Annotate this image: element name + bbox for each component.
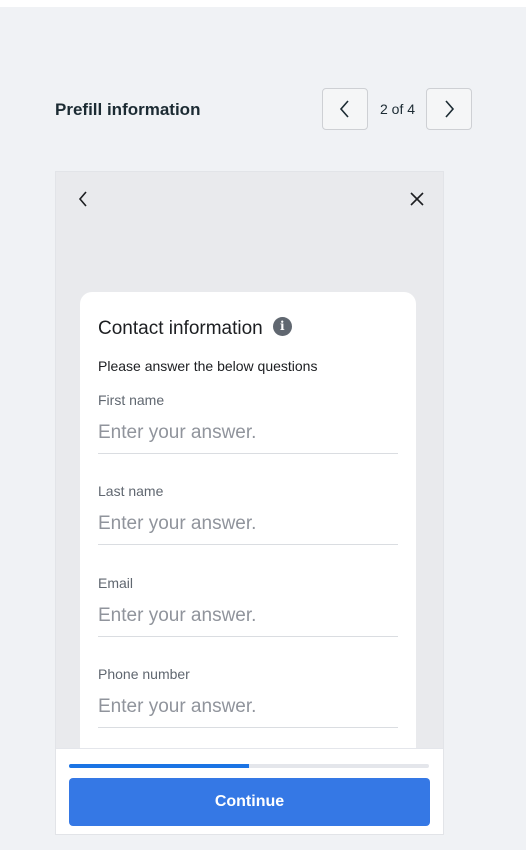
back-button[interactable] [71,187,95,211]
email-input[interactable] [98,605,398,637]
page-indicator: 2 of 4 [379,101,416,117]
first-name-label: First name [98,392,165,408]
phone-number-field: Phone number [98,666,398,728]
close-icon [410,192,424,206]
first-name-field: First name [98,392,398,454]
progress-fill [69,764,249,768]
progress-bar [69,764,429,768]
last-name-label: Last name [98,483,164,499]
chevron-left-icon [339,100,349,118]
chevron-right-icon [445,100,455,118]
next-page-button[interactable] [426,88,472,130]
top-strip [0,0,526,7]
close-button[interactable] [405,187,429,211]
first-name-input[interactable] [98,422,398,454]
card-title: Contact information i [98,316,292,341]
form-footer: Continue [56,748,443,834]
contact-card: Contact information i Please answer the … [80,292,416,772]
email-label: Email [98,575,134,591]
email-field: Email [98,575,398,637]
form-preview: Contact information i Please answer the … [55,171,444,835]
phone-number-label: Phone number [98,666,190,682]
chevron-left-icon [78,191,87,207]
previous-page-button[interactable] [322,88,368,130]
card-title-text: Contact information [98,318,263,339]
info-icon[interactable]: i [272,316,292,336]
last-name-field: Last name [98,483,398,545]
last-name-input[interactable] [98,513,398,545]
phone-number-input[interactable] [98,696,398,728]
continue-button[interactable]: Continue [69,778,430,826]
card-subtitle: Please answer the below questions [98,358,318,374]
page-title: Prefill information [55,100,201,119]
